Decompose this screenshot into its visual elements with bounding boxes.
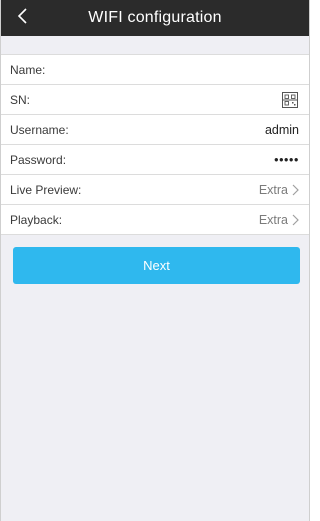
- name-label: Name:: [10, 62, 46, 77]
- name-field-row[interactable]: Name:: [1, 55, 309, 85]
- settings-list: Name: SN: Username: admin Password: ••••…: [1, 54, 309, 235]
- nav-bar: WIFI configuration: [1, 0, 309, 36]
- chevron-right-icon: [292, 214, 299, 226]
- playback-label: Playback:: [10, 212, 63, 227]
- live-preview-label: Live Preview:: [10, 182, 82, 197]
- password-value[interactable]: •••••: [274, 153, 299, 167]
- live-preview-value: Extra: [258, 182, 288, 197]
- live-preview-row[interactable]: Live Preview: Extra: [1, 175, 309, 205]
- password-field-row[interactable]: Password: •••••: [1, 145, 309, 175]
- username-label: Username:: [10, 122, 69, 137]
- password-label: Password:: [10, 152, 67, 167]
- actions-area: Next: [1, 235, 309, 284]
- page-title: WIFI configuration: [88, 9, 222, 26]
- chevron-right-icon: [292, 184, 299, 196]
- chevron-left-icon: [16, 7, 28, 30]
- sn-label: SN:: [10, 92, 31, 107]
- next-button[interactable]: Next: [13, 247, 300, 284]
- back-button[interactable]: [11, 6, 33, 30]
- live-preview-value-wrap: Extra: [259, 183, 299, 197]
- username-field-row[interactable]: Username: admin: [1, 115, 309, 145]
- qr-scan-icon[interactable]: [281, 91, 299, 109]
- app-screen: WIFI configuration Name: SN: Username: a…: [0, 0, 310, 521]
- playback-value: Extra: [258, 212, 288, 227]
- sn-field-row[interactable]: SN:: [1, 85, 309, 115]
- username-value[interactable]: admin: [265, 123, 299, 137]
- playback-value-wrap: Extra: [259, 213, 299, 227]
- playback-row[interactable]: Playback: Extra: [1, 205, 309, 235]
